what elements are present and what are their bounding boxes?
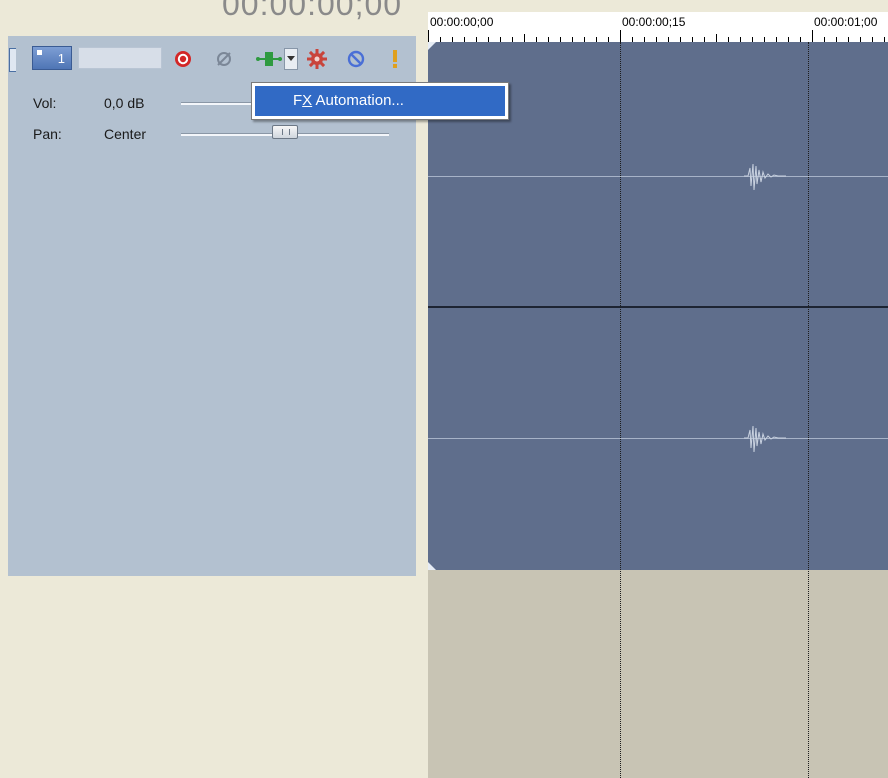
vol-slider[interactable] — [181, 102, 251, 105]
waveform-right-channel — [428, 438, 888, 439]
fade-handle-icon[interactable] — [428, 562, 436, 570]
left-edge — [0, 0, 8, 778]
track-name-field[interactable] — [78, 47, 162, 69]
empty-timeline-area[interactable] — [428, 570, 888, 778]
ruler-label: 00:00:00;00 — [430, 15, 494, 29]
track-number: 1 — [57, 51, 65, 66]
menu-item-accelerator: X — [302, 92, 313, 109]
menu-item-label: F — [293, 92, 303, 109]
pan-slider-thumb[interactable] — [272, 125, 298, 139]
automation-dropdown-menu: FX Automation... — [251, 82, 509, 120]
time-ruler[interactable]: 00:00:00;00 00:00:00;15 00:00:01;00 — [428, 12, 888, 43]
vol-label: Vol: — [33, 95, 57, 111]
fade-in-handle-icon[interactable] — [428, 42, 436, 50]
automation-dropdown-icon[interactable] — [284, 48, 298, 70]
waveform-transient — [744, 425, 786, 453]
ruler-label: 00:00:00;15 — [622, 15, 686, 29]
ruler-label: 00:00:01;00 — [814, 15, 878, 29]
pan-label: Pan: — [33, 126, 62, 142]
empty-track-area — [8, 577, 416, 778]
grid-marker-line — [808, 42, 809, 778]
track-number-badge[interactable]: 1 — [32, 46, 72, 70]
timecode-display: 00:00:00;00 — [222, 0, 403, 22]
track-collapse-icon[interactable] — [9, 48, 16, 72]
track-fx-icon[interactable] — [306, 48, 328, 70]
vol-value: 0,0 dB — [104, 95, 145, 111]
arm-record-icon[interactable] — [172, 48, 194, 70]
channel-divider — [428, 306, 888, 308]
grid-marker-line — [620, 42, 621, 778]
track-led-icon — [37, 50, 42, 55]
waveform-transient — [744, 163, 786, 191]
automation-mode-icon[interactable] — [254, 48, 284, 70]
pan-value: Center — [104, 126, 147, 142]
mute-icon[interactable] — [345, 48, 367, 70]
menu-item-fx-automation[interactable]: FX Automation... — [255, 86, 505, 116]
waveform-left-channel — [428, 176, 888, 177]
invert-phase-icon[interactable] — [213, 48, 235, 70]
solo-icon[interactable] — [384, 48, 406, 70]
audio-event[interactable] — [428, 42, 888, 570]
menu-item-label-rest: Automation... — [312, 92, 404, 109]
